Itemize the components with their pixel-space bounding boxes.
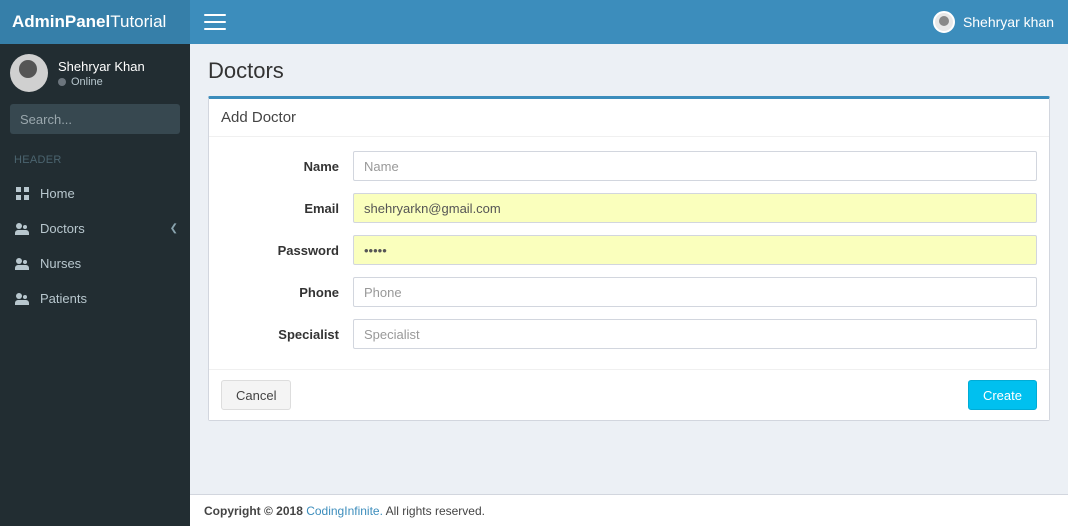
people-icon (14, 293, 30, 305)
topbar: AdminPanelTutorial Shehryar khan (0, 0, 1068, 44)
page-title: Doctors (190, 44, 1068, 96)
sidebar-item-label: Doctors (40, 221, 85, 236)
label-name: Name (221, 159, 353, 174)
form-row-specialist: Specialist (221, 319, 1037, 349)
people-icon (14, 223, 30, 235)
footer-link[interactable]: CodingInfinite. (306, 504, 383, 518)
sidebar-item-label: Home (40, 186, 75, 201)
sidebar-user-name: Shehryar Khan (58, 59, 145, 74)
label-phone: Phone (221, 285, 353, 300)
name-input[interactable] (353, 151, 1037, 181)
label-specialist: Specialist (221, 327, 353, 342)
sidebar-item-label: Patients (40, 291, 87, 306)
add-doctor-panel: Add Doctor Name Email Password Phone Spe… (208, 96, 1050, 421)
brand-bold: AdminPanel (12, 12, 110, 31)
sidebar-user-panel: Shehryar Khan Online (0, 44, 190, 104)
avatar-icon (10, 54, 48, 92)
dashboard-icon (14, 187, 30, 200)
search-input[interactable] (20, 112, 196, 127)
form-row-email: Email (221, 193, 1037, 223)
avatar-icon (933, 11, 955, 33)
topbar-user[interactable]: Shehryar khan (933, 11, 1054, 33)
footer-prefix: Copyright © 2018 (204, 504, 306, 518)
people-icon (14, 258, 30, 270)
specialist-input[interactable] (353, 319, 1037, 349)
chevron-left-icon: ❮ (170, 223, 178, 234)
sidebar-item-home[interactable]: Home (0, 176, 190, 211)
sidebar-search (0, 104, 190, 144)
create-button[interactable]: Create (968, 380, 1037, 410)
form-row-phone: Phone (221, 277, 1037, 307)
sidebar-item-label: Nurses (40, 256, 81, 271)
sidebar: Shehryar Khan Online HEADER Home Doctors (0, 44, 190, 526)
status-text: Online (71, 76, 103, 88)
menu-toggle-icon[interactable] (204, 14, 226, 30)
panel-body: Name Email Password Phone Specialist (209, 137, 1049, 369)
content: Doctors Add Doctor Name Email Password P… (190, 44, 1068, 494)
sidebar-item-nurses[interactable]: Nurses (0, 246, 190, 281)
password-input[interactable] (353, 235, 1037, 265)
brand-logo[interactable]: AdminPanelTutorial (0, 0, 190, 44)
panel-title: Add Doctor (209, 99, 1049, 137)
topbar-right: Shehryar khan (190, 0, 1068, 44)
form-row-password: Password (221, 235, 1037, 265)
cancel-button[interactable]: Cancel (221, 380, 291, 410)
topbar-user-name: Shehryar khan (963, 14, 1054, 30)
phone-input[interactable] (353, 277, 1037, 307)
footer: Copyright © 2018 CodingInfinite. All rig… (190, 494, 1068, 526)
label-password: Password (221, 243, 353, 258)
sidebar-item-patients[interactable]: Patients (0, 281, 190, 316)
email-input[interactable] (353, 193, 1037, 223)
search-box[interactable] (10, 104, 180, 134)
label-email: Email (221, 201, 353, 216)
sidebar-user-status: Online (58, 76, 145, 88)
sidebar-section-header: HEADER (0, 144, 190, 176)
brand-light: Tutorial (110, 12, 166, 31)
form-row-name: Name (221, 151, 1037, 181)
sidebar-item-doctors[interactable]: Doctors ❮ (0, 211, 190, 246)
status-dot-icon (58, 78, 66, 86)
sidebar-nav: Home Doctors ❮ Nurses Patients (0, 176, 190, 316)
footer-suffix: All rights reserved. (386, 504, 485, 518)
panel-footer: Cancel Create (209, 369, 1049, 420)
